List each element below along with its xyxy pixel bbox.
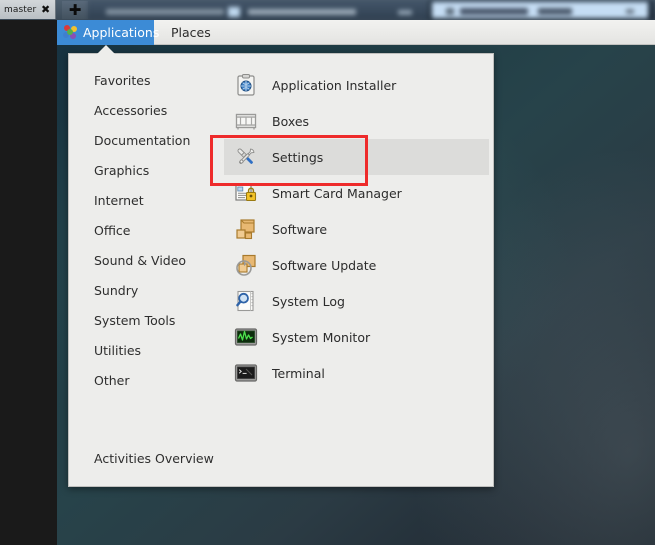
category-label: Sound & Video [94,253,187,268]
application-list: Application Installer Boxes Settings Sma… [224,67,489,391]
activities-overview-label: Activities Overview [94,451,214,466]
tab-master-label: master [4,4,37,15]
menu-places-label: Places [171,25,211,40]
category-item-sundry[interactable]: Sundry [69,276,209,306]
app-item-label: System Monitor [272,329,371,345]
category-item-accessories[interactable]: Accessories [69,96,209,126]
category-label: Other [94,373,130,388]
blurred-toolbar-left [88,0,428,20]
blurred-toolbar-right [428,0,655,20]
desktop-left-strip [0,20,57,545]
category-label: Accessories [94,103,168,118]
category-label: Office [94,223,131,238]
gnome-panel: Applications Places [57,20,655,45]
app-item-label: System Log [272,293,345,309]
category-item-graphics[interactable]: Graphics [69,156,209,186]
category-item-system-tools[interactable]: System Tools [69,306,209,336]
settings-tools-icon [234,145,258,169]
screen: master ✖ ✚ Applications Places Favorites [0,0,655,545]
window-tab-strip: master ✖ ✚ [0,0,655,20]
app-item-label: Software Update [272,257,377,273]
category-label: Sundry [94,283,139,298]
category-label: Graphics [94,163,150,178]
software-update-icon [234,253,258,277]
menu-applications[interactable]: Applications [57,20,159,45]
category-label: System Tools [94,313,176,328]
category-item-office[interactable]: Office [69,216,209,246]
category-label: Favorites [94,73,151,88]
category-item-other[interactable]: Other [69,366,209,396]
app-item-smart-card-manager[interactable]: Smart Card Manager [224,175,489,211]
software-package-icon [234,217,258,241]
terminal-icon [234,361,258,385]
app-item-label: Smart Card Manager [272,185,402,201]
category-label: Internet [94,193,144,208]
app-item-label: Software [272,221,328,237]
menu-places[interactable]: Places [161,20,221,45]
app-item-software-update[interactable]: Software Update [224,247,489,283]
category-list: Favorites Accessories Documentation Grap… [69,66,209,396]
category-item-favorites[interactable]: Favorites [69,66,209,96]
system-log-icon [234,289,258,313]
application-installer-icon [234,73,258,97]
app-item-system-log[interactable]: System Log [224,283,489,319]
app-item-boxes[interactable]: Boxes [224,103,489,139]
category-item-utilities[interactable]: Utilities [69,336,209,366]
app-item-label: Terminal [272,365,325,381]
plus-icon[interactable]: ✚ [62,1,88,19]
activities-overview-button[interactable]: Activities Overview [94,451,214,466]
category-label: Utilities [94,343,142,358]
menu-pointer [97,45,115,54]
app-item-terminal[interactable]: Terminal [224,355,489,391]
category-item-sound-video[interactable]: Sound & Video [69,246,209,276]
menu-applications-label: Applications [83,25,160,40]
app-item-label: Boxes [272,113,310,129]
app-item-software[interactable]: Software [224,211,489,247]
app-item-application-installer[interactable]: Application Installer [224,67,489,103]
boxes-icon [234,109,258,133]
app-item-label: Application Installer [272,77,397,93]
app-item-label: Settings [272,149,324,165]
category-item-internet[interactable]: Internet [69,186,209,216]
fedora-applications-icon [63,25,78,40]
close-icon[interactable]: ✖ [41,4,50,15]
app-item-settings[interactable]: Settings [224,139,489,175]
category-label: Documentation [94,133,191,148]
app-item-system-monitor[interactable]: System Monitor [224,319,489,355]
smart-card-manager-icon [234,181,258,205]
system-monitor-icon [234,325,258,349]
category-item-documentation[interactable]: Documentation [69,126,209,156]
applications-menu-panel: Favorites Accessories Documentation Grap… [68,53,494,487]
